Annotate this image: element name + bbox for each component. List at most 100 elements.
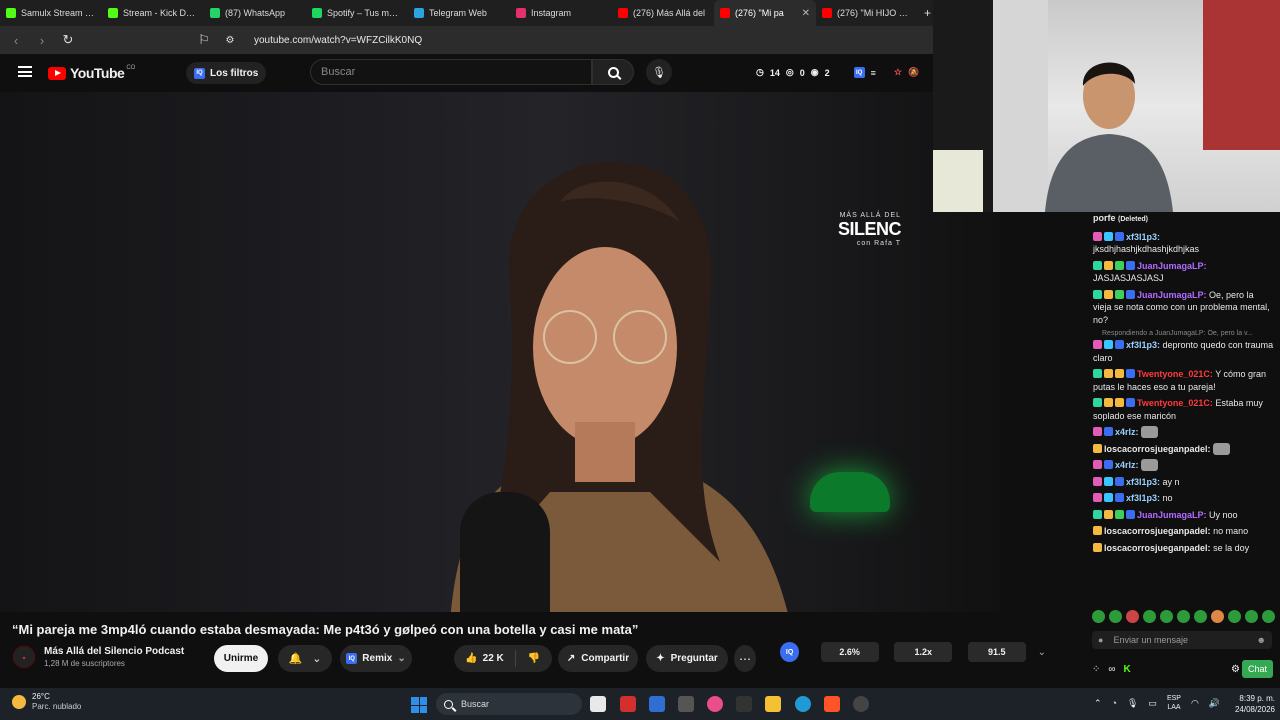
chat-username[interactable]: xf3l1p3: (1126, 477, 1160, 487)
filters-button[interactable]: IQ Los filtros (186, 62, 267, 84)
chat-username[interactable]: loscacorrosjueganpadel: (1104, 543, 1211, 553)
taskbar-search[interactable]: Buscar (436, 693, 582, 715)
chat-username[interactable]: Twentyone_021C: (1137, 398, 1213, 408)
more-actions-button[interactable]: ⋯ (734, 645, 756, 672)
chat-username[interactable]: loscacorrosjueganpadel: (1104, 526, 1211, 536)
battery-icon[interactable]: ▭ (1148, 698, 1157, 709)
back-icon[interactable]: ‹ (8, 33, 24, 48)
chat-username[interactable]: JuanJumagaLP: (1137, 510, 1207, 520)
search-input[interactable]: Buscar (310, 59, 592, 85)
emote-icon[interactable] (1262, 610, 1275, 623)
chat-settings-icon[interactable]: ⚙ (1231, 664, 1240, 675)
task-view-icon[interactable] (590, 696, 606, 712)
browser-tab[interactable]: (276) Más Allá del (612, 0, 714, 26)
colors-app-icon[interactable] (707, 696, 723, 712)
search-button[interactable] (592, 59, 634, 85)
chat-username[interactable]: x4rlz: (1115, 427, 1139, 437)
chat-username[interactable]: x4rlz: (1115, 460, 1139, 470)
chat-username[interactable]: xf3l1p3: (1126, 493, 1160, 503)
start-button[interactable] (411, 697, 427, 713)
network-icon[interactable]: ◔ (1112, 698, 1117, 708)
chat-username[interactable]: loscacorrosjueganpadel: (1104, 444, 1211, 454)
emote-icon[interactable] (1245, 610, 1258, 623)
browser-tab[interactable]: Telegram Web (408, 0, 510, 26)
language-indicator[interactable]: ESP LAA (1167, 694, 1181, 712)
ask-button[interactable]: ✦ Preguntar (646, 645, 728, 672)
infinity-icon[interactable]: ∞ (1108, 664, 1115, 675)
emote-icon[interactable] (1160, 610, 1173, 623)
chat-send-button[interactable]: Chat (1242, 660, 1273, 678)
youtube-logo[interactable]: YouTube CO (48, 65, 135, 81)
chat-username[interactable]: xf3l1p3: (1126, 232, 1160, 242)
wifi-icon[interactable]: ◠ (1191, 698, 1199, 709)
iq-ext-icon[interactable]: IQ (853, 67, 865, 78)
chat-username[interactable]: xf3l1p3: (1126, 340, 1160, 350)
chat-username[interactable]: JuanJumagaLP: (1137, 261, 1207, 271)
chat-username[interactable]: Twentyone_021C: (1137, 369, 1213, 379)
emote-icon[interactable] (1211, 610, 1224, 623)
dislike-button[interactable]: 👎 (516, 653, 552, 664)
emote-icon[interactable] (1177, 610, 1190, 623)
browser-tab[interactable]: (276) "Mi HIJO D3S (816, 0, 918, 26)
taskbar-clock[interactable]: 8:39 p. m. 24/08/2026 (1225, 693, 1275, 715)
volume-icon[interactable]: 🔊 (1209, 698, 1220, 709)
chat-username[interactable]: JuanJumagaLP: (1137, 290, 1207, 300)
iq-round-icon[interactable]: IQ (780, 642, 800, 662)
browser-tab[interactable]: Samulx Stream - W (0, 0, 102, 26)
channel-info[interactable]: ◆ Más Allá del Silencio Podcast 1,28 M d… (12, 645, 184, 669)
emote-icon[interactable] (1143, 610, 1156, 623)
notification-icon[interactable]: 🔕 (908, 67, 919, 78)
chevron-down-icon[interactable]: ⌄ (1038, 647, 1046, 658)
like-button[interactable]: 👍 22 K (454, 650, 516, 667)
chat-dots-icon[interactable]: ⁘ (1092, 664, 1100, 675)
mic-tray-icon[interactable]: 🎙 (1127, 698, 1138, 709)
browser-tab[interactable]: Spotify – Tus me gu (306, 0, 408, 26)
close-icon[interactable]: ✕ (802, 8, 810, 19)
chat-input[interactable]: ● Enviar un mensaje ☻ (1092, 631, 1272, 649)
chat-badge-icon (1104, 493, 1113, 502)
subscribe-bell-button[interactable]: 🔔 ⌄ (278, 645, 332, 672)
new-tab-button[interactable]: + (918, 6, 931, 20)
store-icon[interactable] (649, 696, 665, 712)
brave-icon[interactable] (824, 696, 840, 712)
terminal-icon[interactable] (736, 696, 752, 712)
remix-button[interactable]: IQ Remix ⌄ (340, 645, 412, 672)
url-field[interactable]: youtube.com/watch?v=WFZCilkK0NQ (248, 35, 982, 46)
edge-icon[interactable] (795, 696, 811, 712)
star-icon[interactable]: ☆ (894, 67, 902, 78)
site-settings-icon[interactable]: ⚙ (222, 35, 238, 46)
emoji-icon[interactable]: ☻ (1257, 635, 1266, 645)
emote-icon[interactable] (1228, 610, 1241, 623)
browser-tab[interactable]: (276) "Mi pa ✕ (714, 0, 816, 26)
chat-badge-icon (1093, 398, 1102, 407)
tab-favicon-icon (720, 8, 730, 18)
channel-name[interactable]: Más Allá del Silencio Podcast (44, 646, 184, 657)
voice-search-button[interactable]: 🎙 (646, 59, 672, 85)
chat-username[interactable]: porfe (1093, 213, 1116, 223)
forward-icon[interactable]: › (34, 33, 50, 48)
browser-tab[interactable]: (87) WhatsApp (204, 0, 306, 26)
emote-icon[interactable] (1092, 610, 1105, 623)
bookmark-icon[interactable]: ⚐ (196, 32, 212, 48)
share-button[interactable]: ↗ Compartir (558, 645, 638, 672)
obs-icon[interactable] (853, 696, 869, 712)
tab-favicon-icon (516, 8, 526, 18)
browser-tab[interactable]: Stream - Kick Dashb (102, 0, 204, 26)
chat-emote-icon (1213, 442, 1231, 455)
browser-tab[interactable]: Instagram (510, 0, 612, 26)
emote-icon[interactable] (1194, 610, 1207, 623)
reload-icon[interactable]: ↻ (60, 32, 76, 48)
kick-icon[interactable]: K (1124, 664, 1131, 675)
power-icon[interactable] (620, 696, 636, 712)
folder-icon[interactable] (765, 696, 781, 712)
list-icon[interactable]: ≡ (871, 68, 876, 78)
menu-icon[interactable] (18, 66, 32, 77)
weather-widget[interactable]: 26°C Parc. nublado (12, 692, 81, 712)
join-button[interactable]: Unirme (214, 645, 268, 672)
emote-icon[interactable] (1109, 610, 1122, 623)
video-player[interactable]: MÁS ALLÁ DEL SILENC con Rafa T (0, 92, 1000, 612)
emote-icon[interactable] (1126, 610, 1139, 623)
chevron-up-icon[interactable]: ⌃ (1094, 698, 1102, 709)
channel-avatar[interactable]: ◆ (12, 645, 36, 669)
snip-icon[interactable] (678, 696, 694, 712)
